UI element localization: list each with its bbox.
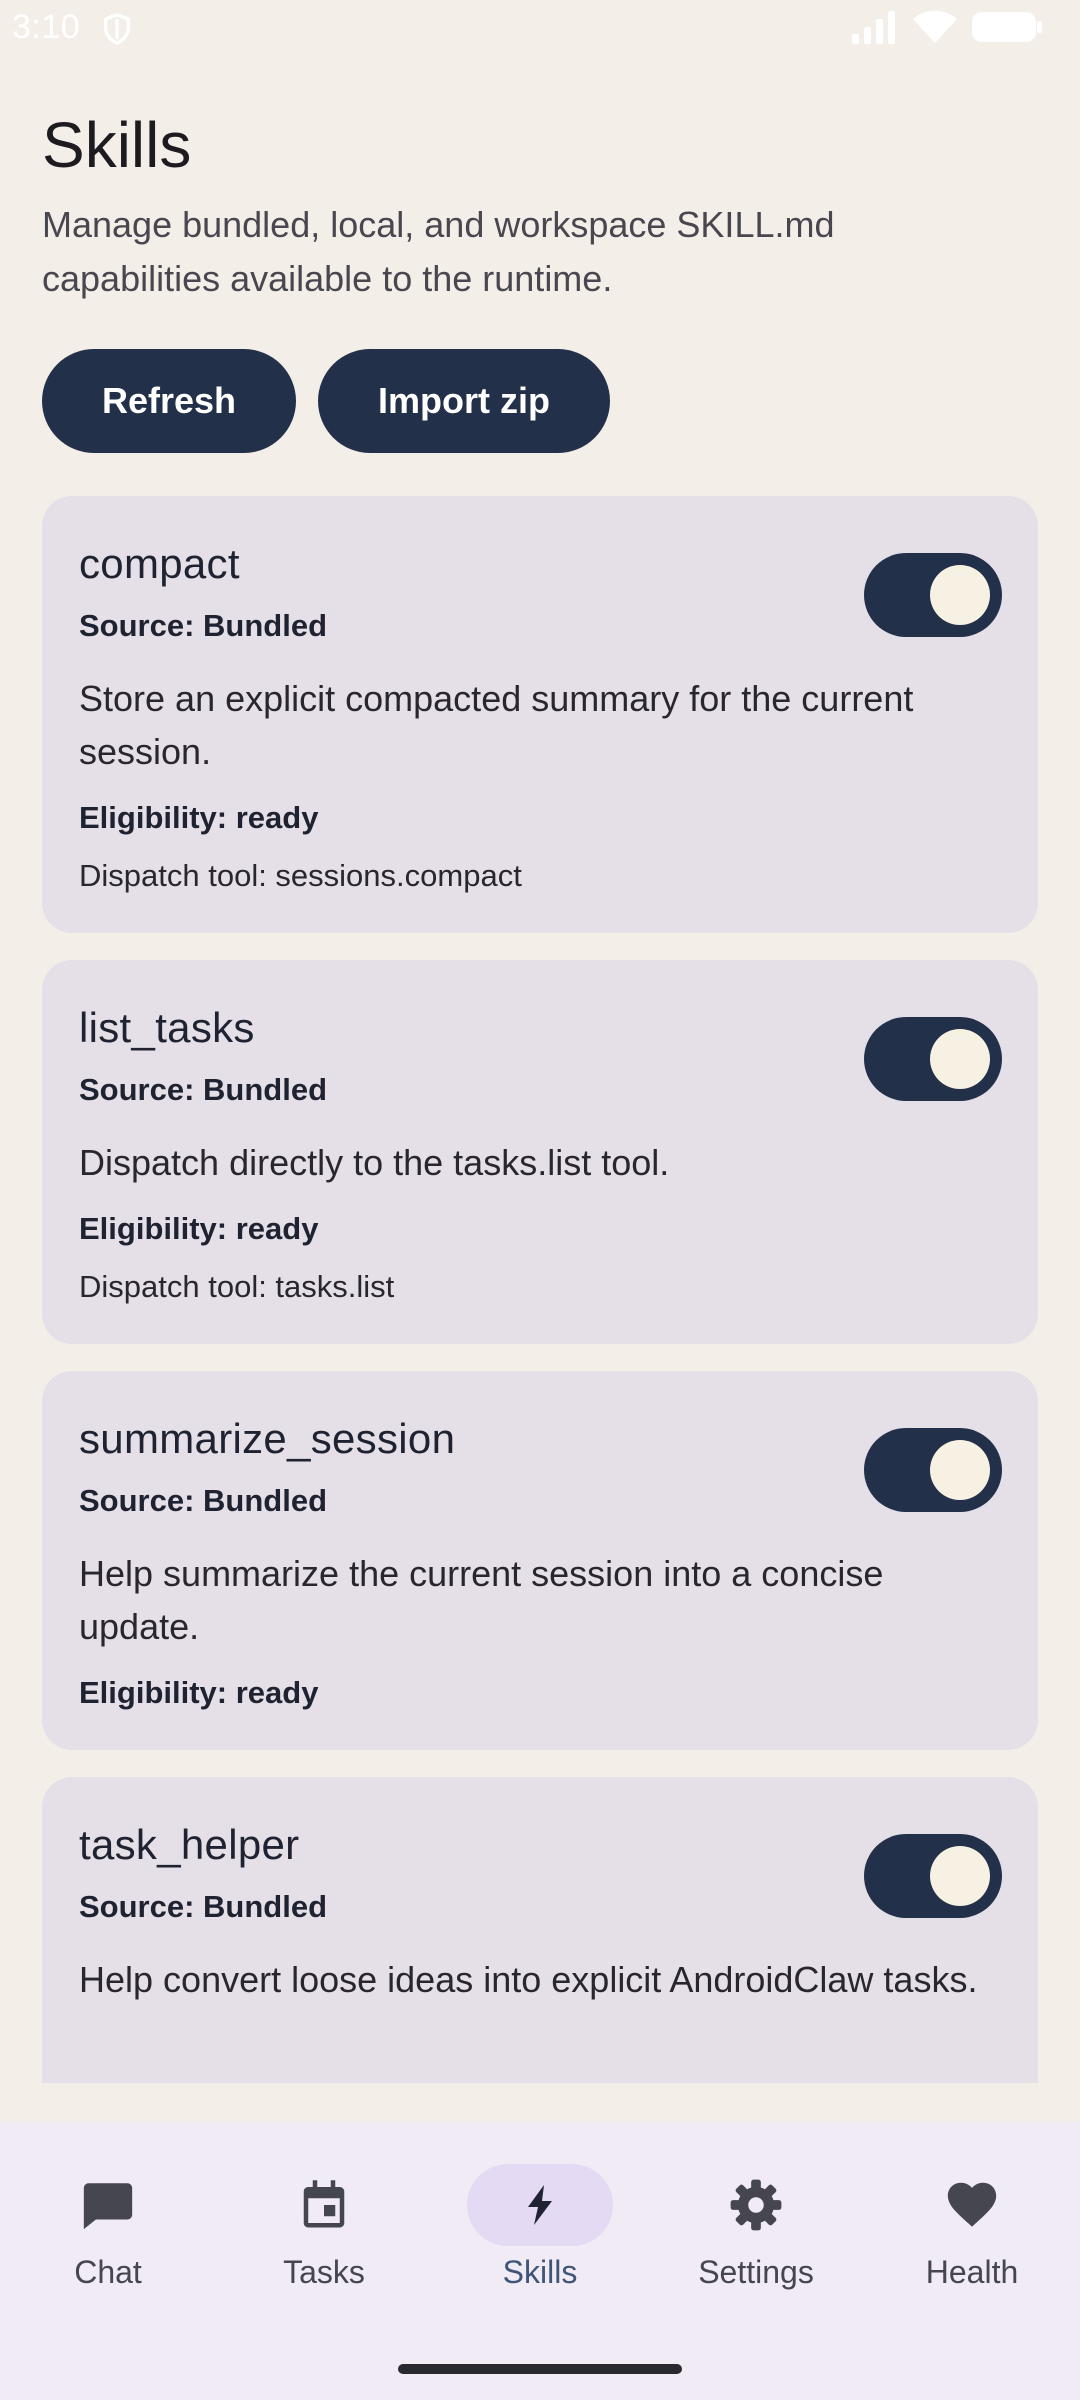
nav-icon-container	[251, 2164, 397, 2246]
skill-card-summarize-session: summarize_session Source: Bundled Help s…	[42, 1371, 1038, 1750]
nav-label: Health	[925, 2254, 1019, 2290]
nav-item-skills[interactable]: Skills	[432, 2122, 648, 2342]
skill-enabled-toggle[interactable]	[864, 1017, 1002, 1101]
skill-description: Help convert loose ideas into explicit A…	[79, 1959, 978, 2000]
nav-label: Settings	[698, 2254, 814, 2290]
nav-icon-container	[683, 2164, 829, 2246]
skill-eligibility: Eligibility: ready	[79, 800, 319, 835]
skill-enabled-toggle[interactable]	[864, 1428, 1002, 1512]
skill-description: Dispatch directly to the tasks.list tool…	[79, 1142, 670, 1183]
skills-list[interactable]: compact Source: Bundled Store an explici…	[0, 0, 1080, 2083]
nav-icon-container	[899, 2164, 1045, 2246]
skill-name: task_helper	[79, 1821, 300, 1868]
skill-name: compact	[79, 540, 240, 587]
skill-card-list-tasks: list_tasks Source: Bundled Dispatch dire…	[42, 960, 1038, 1344]
gear-icon	[730, 2179, 782, 2231]
nav-label: Tasks	[283, 2254, 365, 2290]
nav-item-settings[interactable]: Settings	[648, 2122, 864, 2342]
skill-source: Source: Bundled	[79, 1483, 328, 1518]
toggle-knob	[930, 1846, 990, 1906]
skill-source: Source: Bundled	[79, 608, 328, 643]
skill-enabled-toggle[interactable]	[864, 1834, 1002, 1918]
nav-icon-container	[467, 2164, 613, 2246]
bolt-icon	[528, 2185, 552, 2225]
skill-eligibility: Eligibility: ready	[79, 1675, 319, 1710]
nav-item-tasks[interactable]: Tasks	[216, 2122, 432, 2342]
skill-card-compact: compact Source: Bundled Store an explici…	[42, 496, 1038, 933]
skill-source: Source: Bundled	[79, 1072, 328, 1107]
skill-name: summarize_session	[79, 1415, 456, 1462]
nav-label: Skills	[502, 2254, 578, 2290]
skill-enabled-toggle[interactable]	[864, 553, 1002, 637]
skill-description: Help summarize the current session into …	[79, 1553, 884, 1647]
nav-item-chat[interactable]: Chat	[0, 2122, 216, 2342]
skill-eligibility: Eligibility: ready	[79, 1211, 319, 1246]
bottom-navigation: Chat Tasks Skills Settings Health	[0, 2122, 1080, 2400]
skill-card-task-helper: task_helper Source: Bundled Help convert…	[42, 1777, 1038, 2083]
home-indicator[interactable]	[398, 2364, 682, 2374]
skill-source: Source: Bundled	[79, 1889, 328, 1924]
skill-dispatch-tool: Dispatch tool: tasks.list	[79, 1269, 395, 1304]
heart-icon	[947, 2182, 997, 2227]
toggle-knob	[930, 1440, 990, 1500]
calendar-icon	[303, 2180, 345, 2228]
nav-item-health[interactable]: Health	[864, 2122, 1080, 2342]
toggle-knob	[930, 1029, 990, 1089]
toggle-knob	[930, 565, 990, 625]
skill-name: list_tasks	[79, 1004, 255, 1051]
chat-icon	[83, 2183, 133, 2230]
skill-dispatch-tool: Dispatch tool: sessions.compact	[79, 858, 522, 893]
nav-label: Chat	[74, 2254, 142, 2290]
nav-icon-container	[35, 2164, 181, 2246]
skill-description: Store an explicit compacted summary for …	[79, 678, 914, 772]
